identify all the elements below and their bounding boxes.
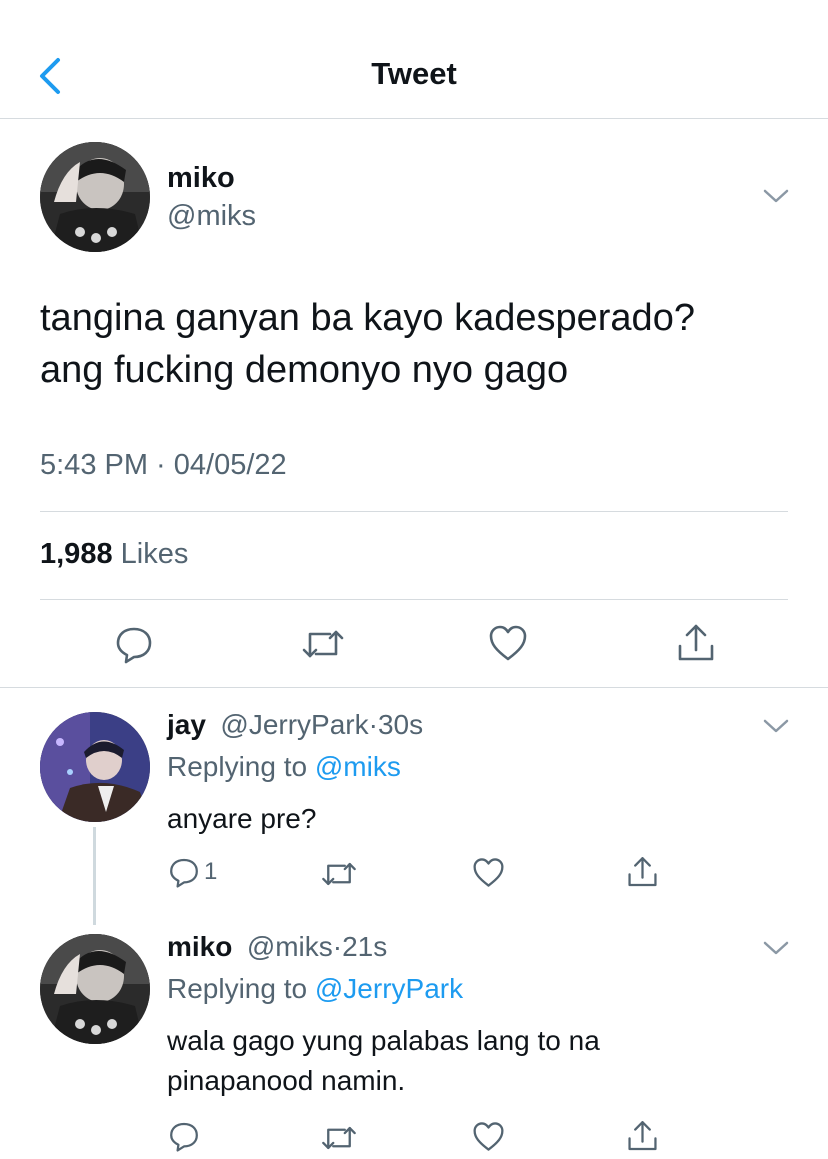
reply-count: 1 bbox=[204, 858, 218, 885]
replying-to-prefix: Replying to bbox=[167, 973, 308, 1004]
like-button[interactable] bbox=[472, 857, 505, 888]
replying-to: Replying to @miks bbox=[167, 751, 401, 783]
reply-button[interactable] bbox=[168, 1120, 200, 1152]
author-name[interactable]: miko bbox=[167, 162, 235, 195]
reply-text-line: wala gago yung palabas lang to na bbox=[167, 1025, 600, 1056]
avatar[interactable] bbox=[40, 934, 150, 1044]
chevron-down-icon bbox=[763, 189, 789, 203]
replying-to-prefix: Replying to bbox=[167, 751, 308, 782]
separator-dot: · bbox=[332, 931, 343, 962]
replying-to-mention[interactable]: @JerryPark bbox=[315, 973, 463, 1004]
likes-label: Likes bbox=[120, 538, 189, 570]
reply-author-handle[interactable]: @JerryPark bbox=[220, 709, 368, 740]
share-button[interactable] bbox=[676, 622, 716, 664]
retweet-icon bbox=[322, 1126, 356, 1150]
reply-icon bbox=[116, 627, 152, 664]
reply-author-name[interactable]: jay bbox=[167, 709, 206, 740]
reply-author-handle[interactable]: @miks bbox=[247, 931, 333, 962]
more-options-button[interactable] bbox=[762, 186, 790, 206]
reply-header: miko @miks·21s bbox=[167, 931, 387, 963]
chevron-down-icon bbox=[763, 941, 789, 955]
section-divider bbox=[0, 687, 828, 688]
avatar[interactable] bbox=[40, 712, 150, 822]
reply-button[interactable] bbox=[114, 624, 154, 664]
like-icon bbox=[489, 625, 527, 661]
avatar[interactable] bbox=[40, 142, 150, 252]
reply-icon bbox=[170, 1122, 198, 1152]
retweet-button[interactable] bbox=[320, 1123, 358, 1153]
reply-text: wala gago yung palabas lang to na pinapa… bbox=[167, 1021, 787, 1101]
likes-stat[interactable]: 1,988 Likes bbox=[40, 538, 188, 571]
separator-dot: · bbox=[368, 709, 378, 740]
more-options-button[interactable] bbox=[762, 938, 790, 958]
thread-connector bbox=[93, 827, 96, 925]
share-icon bbox=[628, 1121, 657, 1151]
divider bbox=[40, 599, 788, 600]
like-icon bbox=[473, 1122, 504, 1151]
tweet-text-line: tangina ganyan ba kayo kadesperado? bbox=[40, 297, 695, 339]
like-icon bbox=[473, 858, 504, 887]
author-handle[interactable]: @miks bbox=[167, 200, 256, 233]
reply-icon bbox=[170, 858, 198, 888]
share-icon bbox=[628, 857, 657, 887]
tweet-text: tangina ganyan ba kayo kadesperado? ang … bbox=[40, 292, 800, 396]
reply-header: jay @JerryPark·30s bbox=[167, 709, 423, 741]
retweet-button[interactable] bbox=[300, 626, 346, 662]
retweet-icon bbox=[322, 862, 356, 886]
reply-text-line: pinapanood namin. bbox=[167, 1065, 406, 1096]
reply-button[interactable]: 1 bbox=[168, 856, 217, 888]
share-button[interactable] bbox=[626, 1119, 659, 1153]
reply-text-line: anyare pre? bbox=[167, 803, 317, 834]
reply-time: 21s bbox=[342, 931, 388, 962]
more-options-button[interactable] bbox=[762, 716, 790, 736]
like-button[interactable] bbox=[488, 624, 528, 662]
retweet-icon bbox=[302, 630, 344, 658]
tweet-timestamp: 5:43 PM · 04/05/22 bbox=[40, 449, 287, 481]
replying-to-mention[interactable]: @miks bbox=[315, 751, 401, 782]
divider bbox=[40, 511, 788, 512]
like-button[interactable] bbox=[472, 1121, 505, 1152]
share-icon bbox=[678, 624, 714, 661]
replying-to: Replying to @JerryPark bbox=[167, 973, 463, 1005]
reply-text: anyare pre? bbox=[167, 799, 787, 839]
page-title: Tweet bbox=[371, 56, 457, 91]
tweet-text-line: ang fucking demonyo nyo gago bbox=[40, 349, 569, 391]
reply-author-name[interactable]: miko bbox=[167, 931, 232, 962]
likes-count: 1,988 bbox=[40, 538, 113, 570]
reply-time: 30s bbox=[377, 709, 424, 740]
chevron-down-icon bbox=[763, 719, 789, 733]
share-button[interactable] bbox=[626, 855, 659, 889]
header-divider bbox=[0, 118, 828, 119]
retweet-button[interactable] bbox=[320, 859, 358, 889]
